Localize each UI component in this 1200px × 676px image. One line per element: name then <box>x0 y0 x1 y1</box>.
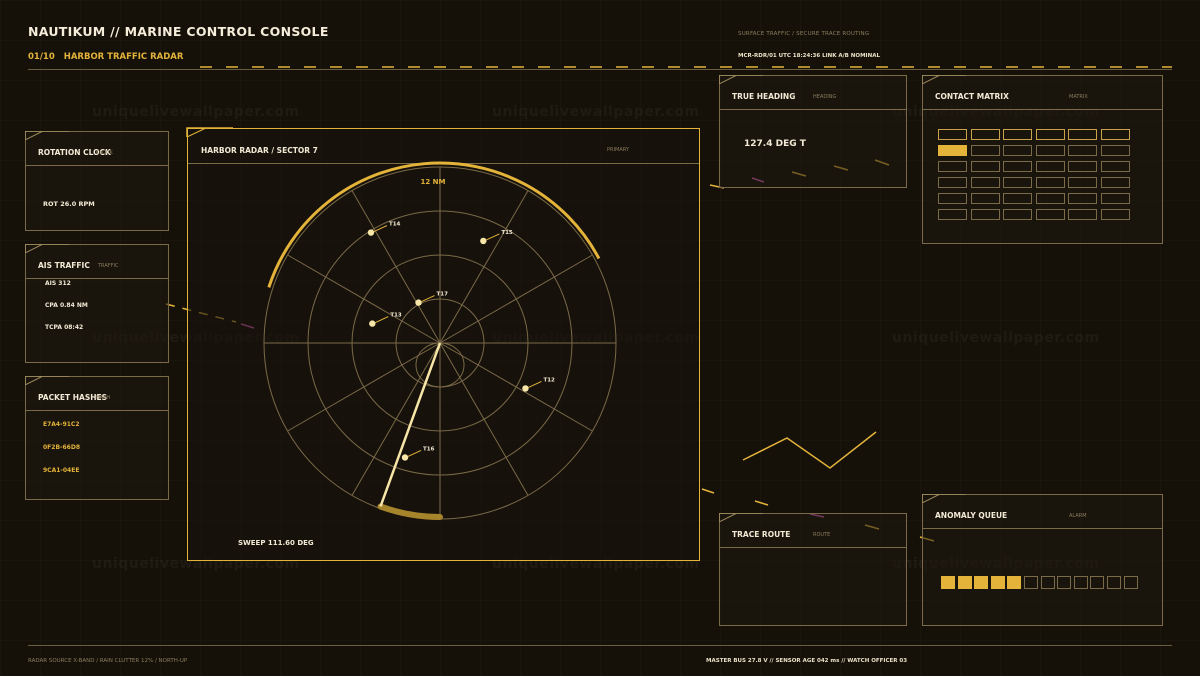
radar-target[interactable]: T15 <box>480 230 513 245</box>
bearing-spoke <box>351 190 441 344</box>
panel-tag: MATRIX <box>1069 94 1088 100</box>
matrix-cell[interactable] <box>938 177 967 188</box>
target-label: T16 <box>423 446 435 452</box>
queue-slot <box>1123 576 1138 589</box>
target-leader <box>407 449 422 457</box>
matrix-cell[interactable] <box>1068 161 1098 172</box>
footer-divider <box>28 645 1172 646</box>
matrix-cell[interactable] <box>1003 177 1033 188</box>
queue-slot <box>1073 576 1088 589</box>
target-label: T13 <box>390 313 402 319</box>
target-leader <box>375 316 389 324</box>
matrix-cell[interactable] <box>1101 193 1130 204</box>
queue-slot <box>1007 576 1022 589</box>
bearing-spoke <box>439 342 529 496</box>
target-leader <box>373 225 388 233</box>
matrix-cell[interactable] <box>970 161 1000 172</box>
sweep-trail <box>377 503 443 520</box>
panel-tag: HEADING <box>813 94 837 100</box>
queue-slot <box>1040 576 1055 589</box>
matrix-cell[interactable] <box>938 193 967 204</box>
matrix-cell[interactable] <box>1101 161 1130 172</box>
radar-target[interactable]: T13 <box>369 313 402 327</box>
range-label: 12 NM <box>420 178 445 186</box>
queue-slot <box>1057 576 1072 589</box>
target-dot <box>401 454 409 461</box>
trace-route-panel: TRACE ROUTE ROUTE <box>719 513 907 626</box>
queue-slot <box>1107 576 1121 589</box>
matrix-cell[interactable] <box>1068 145 1098 156</box>
bearing-spoke <box>439 342 593 432</box>
target-label: T12 <box>543 377 555 383</box>
bearing-spoke <box>287 342 441 432</box>
matrix-cell[interactable] <box>1035 161 1065 172</box>
footer-system-status: MASTER BUS 27.8 V // SENSOR AGE 042 ms /… <box>706 658 908 664</box>
target-dot <box>415 299 422 306</box>
queue-slot <box>957 576 972 589</box>
matrix-cell[interactable] <box>1101 209 1130 220</box>
panel-title: CONTACT MATRIX <box>935 92 1009 101</box>
queue-slot <box>1090 576 1105 589</box>
radar-target[interactable]: T16 <box>401 446 435 461</box>
matrix-cell[interactable] <box>1068 193 1098 204</box>
panel-tag: ALARM <box>1069 513 1087 519</box>
matrix-cell[interactable] <box>1101 129 1130 140</box>
queue-slot <box>990 576 1005 589</box>
target-leader <box>528 380 542 388</box>
target-label: T17 <box>437 292 449 298</box>
target-dot <box>480 237 487 245</box>
matrix-cell[interactable] <box>938 161 967 172</box>
matrix-cell[interactable] <box>970 177 1000 188</box>
matrix-cell[interactable] <box>1035 177 1065 188</box>
matrix-cell[interactable] <box>970 145 1000 156</box>
target-label: T15 <box>501 230 513 236</box>
matrix-cell[interactable] <box>1035 129 1065 140</box>
panel-title: TRUE HEADING <box>732 92 796 101</box>
matrix-cell[interactable] <box>938 145 967 156</box>
matrix-cell[interactable] <box>1003 209 1033 220</box>
target-dot <box>369 320 376 327</box>
matrix-cell[interactable] <box>1068 129 1098 140</box>
matrix-cell[interactable] <box>1035 209 1065 220</box>
queue-slot <box>974 576 989 589</box>
matrix-cell[interactable] <box>1101 145 1130 156</box>
matrix-cell[interactable] <box>1068 209 1098 220</box>
matrix-cell[interactable] <box>1003 145 1033 156</box>
footer-radar-info: RADAR SOURCE X-BAND / RAIN CLUTTER 12% /… <box>28 658 188 664</box>
queue-slot <box>941 576 955 589</box>
matrix-cell[interactable] <box>1035 193 1065 204</box>
sweep-line <box>379 342 442 507</box>
panel-title: ANOMALY QUEUE <box>935 511 1008 520</box>
true-heading-panel: TRUE HEADING HEADING 127.4 DEG T <box>719 75 907 188</box>
matrix-cell[interactable] <box>970 193 1000 204</box>
bearing-spoke <box>351 342 441 496</box>
matrix-cell[interactable] <box>1003 161 1033 172</box>
matrix-cell[interactable] <box>970 129 1000 140</box>
anomaly-queue-panel: ANOMALY QUEUE ALARM <box>922 494 1163 626</box>
matrix-cell[interactable] <box>1003 193 1033 204</box>
matrix-cell[interactable] <box>1068 177 1098 188</box>
matrix-cell[interactable] <box>1003 129 1033 140</box>
target-dot <box>367 229 375 236</box>
heading-value: 127.4 DEG T <box>744 139 806 149</box>
target-leader <box>486 233 500 241</box>
matrix-cell[interactable] <box>938 129 967 140</box>
bearing-spoke <box>287 254 441 344</box>
target-label: T14 <box>389 222 401 228</box>
radar-target[interactable]: T12 <box>522 377 555 392</box>
matrix-cell[interactable] <box>970 209 1000 220</box>
matrix-cell[interactable] <box>1035 145 1065 156</box>
bearing-spoke <box>439 190 529 344</box>
queue-slot <box>1024 576 1038 589</box>
panel-title: TRACE ROUTE <box>732 530 791 539</box>
contact-matrix-panel: CONTACT MATRIX MATRIX <box>922 75 1163 244</box>
bearing-spoke <box>439 254 593 344</box>
target-dot <box>522 385 529 392</box>
matrix-cell[interactable] <box>1101 177 1130 188</box>
panel-tag: ROUTE <box>813 532 831 538</box>
matrix-cell[interactable] <box>938 209 967 220</box>
